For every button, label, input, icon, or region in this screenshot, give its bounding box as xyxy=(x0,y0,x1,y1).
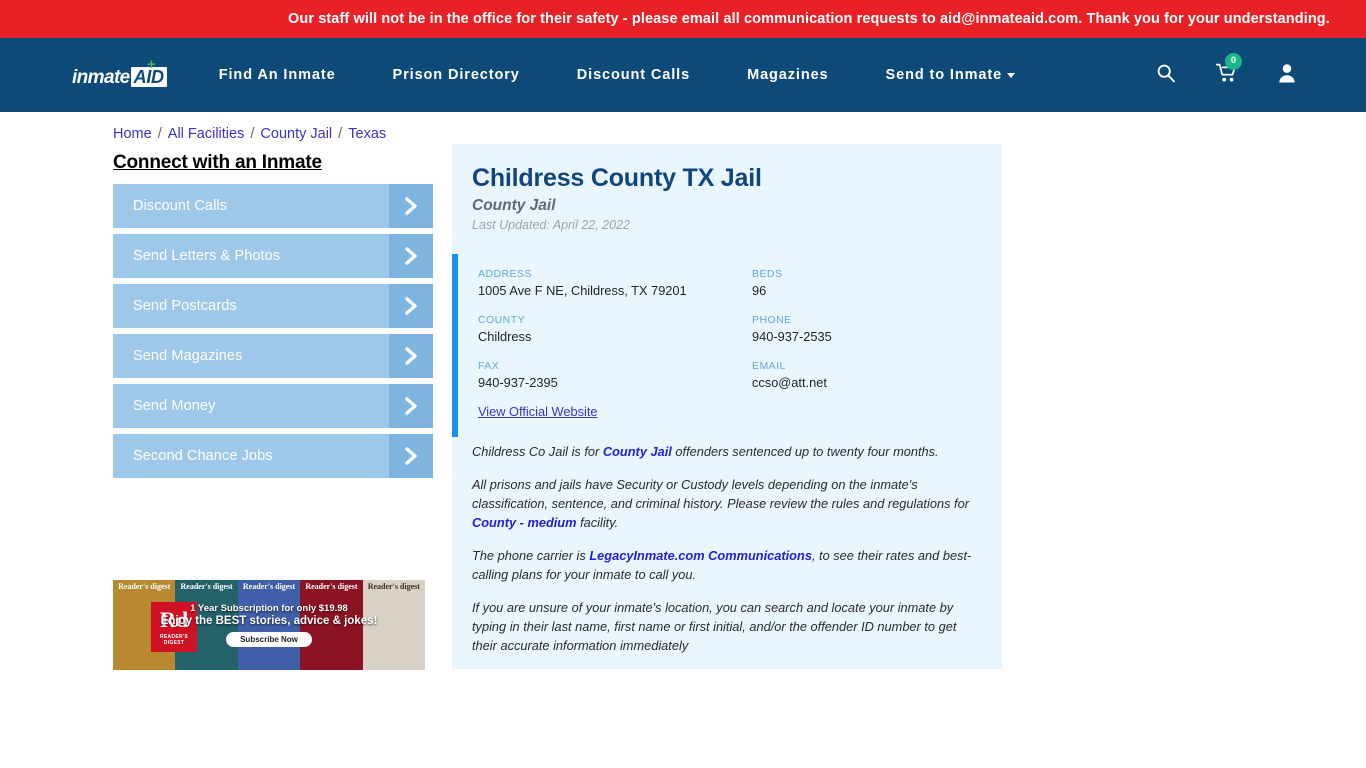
main-navbar: inmate AID + Find An Inmate Prison Direc… xyxy=(0,38,1366,112)
ad-headline-1: 1 Year Subscription for only $19.98 xyxy=(190,603,348,614)
sidebar-item-label: Discount Calls xyxy=(133,198,228,214)
sidebar-item-send-letters-photos[interactable]: Send Letters & Photos xyxy=(113,234,433,278)
nav-links: Find An Inmate Prison Directory Discount… xyxy=(219,67,1016,83)
readers-digest-ad[interactable]: Reader's digest Reader's digest Reader's… xyxy=(113,580,425,670)
facility-type: County Jail xyxy=(472,197,556,214)
chevron-right-icon xyxy=(389,434,433,478)
user-icon[interactable] xyxy=(1278,63,1296,88)
ad-subscribe-button[interactable]: Subscribe Now xyxy=(226,632,312,647)
breadcrumb-item-county-jail[interactable]: County Jail xyxy=(260,126,332,142)
page-title: Childress County TX Jail xyxy=(472,164,762,192)
last-updated: Last Updated: April 22, 2022 xyxy=(472,218,630,232)
sidebar-item-send-postcards[interactable]: Send Postcards xyxy=(113,284,433,328)
sidebar-item-label: Send Letters & Photos xyxy=(133,248,281,264)
info-field-beds: BEDS 96 xyxy=(752,268,982,298)
chevron-right-icon xyxy=(389,284,433,328)
chevron-down-icon xyxy=(1007,72,1016,78)
info-field-phone: PHONE 940-937-2535 xyxy=(752,314,982,344)
view-official-website-link[interactable]: View Official Website xyxy=(478,404,598,419)
sidebar: Connect with an Inmate Discount Calls Se… xyxy=(113,152,433,484)
breadcrumb-separator: / xyxy=(246,126,259,142)
nav-link-magazines[interactable]: Magazines xyxy=(747,67,828,83)
description-paragraph: If you are unsure of your inmate's locat… xyxy=(472,599,957,653)
info-label: COUNTY xyxy=(478,314,526,326)
breadcrumb-item-home[interactable]: Home xyxy=(113,126,152,142)
cart-count-badge: 0 xyxy=(1225,52,1242,70)
nav-link-send-to-inmate[interactable]: Send to Inmate xyxy=(886,67,1016,83)
nav-link-send-to-inmate-label: Send to Inmate xyxy=(885,67,1003,83)
info-label: ADDRESS xyxy=(478,268,532,280)
description-paragraph: The phone carrier is LegacyInmate.com Co… xyxy=(472,547,972,582)
breadcrumb: Home / All Facilities / County Jail / Te… xyxy=(113,126,386,142)
breadcrumb-separator: / xyxy=(153,126,166,142)
info-field-address: ADDRESS 1005 Ave F NE, Childress, TX 792… xyxy=(478,268,752,298)
chevron-right-icon xyxy=(389,234,433,278)
facility-info-box: ADDRESS 1005 Ave F NE, Childress, TX 792… xyxy=(452,254,1002,437)
nav-link-discount-calls[interactable]: Discount Calls xyxy=(577,67,690,83)
search-icon[interactable] xyxy=(1156,63,1176,88)
info-value: ccso@att.net xyxy=(752,375,827,390)
logo-plus-icon: + xyxy=(147,56,156,73)
info-label: FAX xyxy=(478,360,500,372)
info-value: 96 xyxy=(752,283,767,298)
description-paragraph: Childress Co Jail is for County Jail off… xyxy=(472,444,939,459)
breadcrumb-separator: / xyxy=(334,126,347,142)
info-label: PHONE xyxy=(752,314,792,326)
facility-card: Childress County TX Jail County Jail Las… xyxy=(452,144,1002,670)
facility-info-grid: ADDRESS 1005 Ave F NE, Childress, TX 792… xyxy=(478,268,982,390)
sidebar-item-label: Send Postcards xyxy=(133,298,237,314)
nav-link-find-an-inmate[interactable]: Find An Inmate xyxy=(219,67,336,83)
sidebar-item-send-money[interactable]: Send Money xyxy=(113,384,433,428)
info-value: 940-937-2535 xyxy=(752,329,832,344)
alert-banner-text: Our staff will not be in the office for … xyxy=(288,11,1330,27)
sidebar-title: Connect with an Inmate xyxy=(113,152,322,173)
sidebar-item-label: Second Chance Jobs xyxy=(133,448,273,464)
logo-word-inmate: inmate xyxy=(72,67,130,88)
sidebar-item-second-chance-jobs[interactable]: Second Chance Jobs xyxy=(113,434,433,478)
inmateaid-logo[interactable]: inmate AID + xyxy=(72,57,167,88)
sidebar-item-discount-calls[interactable]: Discount Calls xyxy=(113,184,433,228)
inline-link[interactable]: County Jail xyxy=(603,444,672,459)
inline-link[interactable]: County - medium xyxy=(472,515,577,530)
breadcrumb-item-texas[interactable]: Texas xyxy=(348,126,386,142)
nav-icon-group: 0 xyxy=(1156,52,1296,88)
info-label: BEDS xyxy=(752,268,783,280)
info-field-fax: FAX 940-937-2395 xyxy=(478,360,752,390)
info-value: 1005 Ave F NE, Childress, TX 79201 xyxy=(478,283,687,298)
info-label: EMAIL xyxy=(752,360,786,372)
sidebar-item-send-magazines[interactable]: Send Magazines xyxy=(113,334,433,378)
info-field-email: EMAIL ccso@att.net xyxy=(752,360,982,390)
facility-description: Childress Co Jail is for County Jail off… xyxy=(452,437,1002,655)
alert-banner: Our staff will not be in the office for … xyxy=(0,0,1366,38)
ad-headline-2: Enjoy the BEST stories, advice & jokes! xyxy=(160,615,378,627)
inline-link[interactable]: LegacyInmate.com Communications xyxy=(589,548,812,563)
info-value: Childress xyxy=(478,329,532,344)
info-value: 940-937-2395 xyxy=(478,375,558,390)
cart-icon[interactable]: 0 xyxy=(1215,52,1242,88)
chevron-right-icon xyxy=(389,334,433,378)
breadcrumb-item-all-facilities[interactable]: All Facilities xyxy=(168,126,245,142)
sidebar-item-label: Send Magazines xyxy=(133,348,243,364)
nav-link-prison-directory[interactable]: Prison Directory xyxy=(393,67,520,83)
sidebar-item-label: Send Money xyxy=(133,398,216,414)
description-paragraph: All prisons and jails have Security or C… xyxy=(472,476,969,530)
info-field-county: COUNTY Childress xyxy=(478,314,752,344)
ad-overlay: 1 Year Subscription for only $19.98 Enjo… xyxy=(113,580,425,670)
chevron-right-icon xyxy=(389,384,433,428)
chevron-right-icon xyxy=(389,184,433,228)
